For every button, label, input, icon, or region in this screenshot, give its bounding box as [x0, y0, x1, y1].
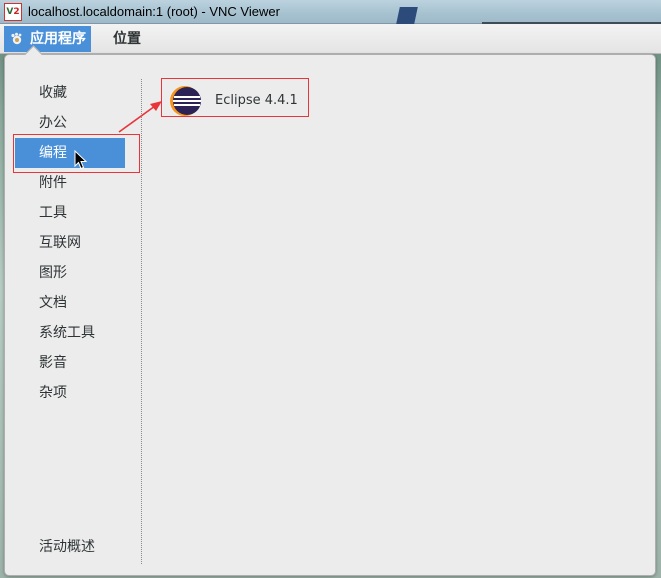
mouse-cursor-icon: [74, 150, 88, 170]
annotation-arrow: [118, 101, 162, 133]
